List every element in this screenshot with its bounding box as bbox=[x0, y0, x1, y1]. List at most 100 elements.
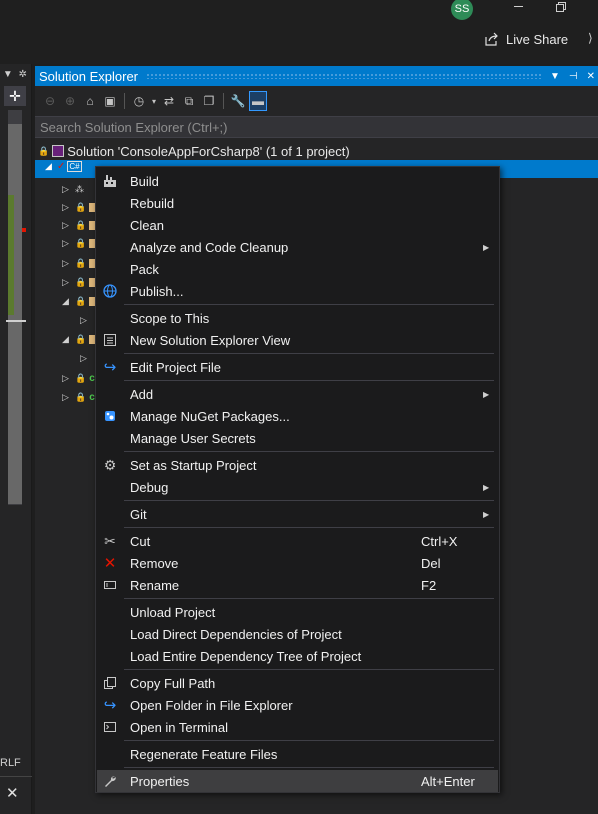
checkmark-icon: ✓ bbox=[57, 161, 66, 172]
tree-item[interactable]: ▷ 🔒 c bbox=[62, 388, 95, 406]
menu-item-shortcut: Alt+Enter bbox=[421, 773, 475, 789]
close-panel-icon[interactable]: ✕ bbox=[587, 71, 595, 82]
menu-separator bbox=[124, 598, 494, 599]
tree-item[interactable]: ▷ ⁂ bbox=[62, 180, 84, 198]
restore-icon[interactable] bbox=[556, 2, 566, 12]
pending-changes-filter-icon[interactable]: ◷ bbox=[130, 91, 148, 111]
editor-dropdown-controls[interactable]: ▼ ✲ bbox=[0, 66, 30, 82]
collapsed-arrow-icon[interactable]: ▷ bbox=[62, 392, 72, 403]
menu-item-shortcut: F2 bbox=[421, 577, 437, 593]
menu-item-build[interactable]: Build bbox=[97, 170, 498, 192]
lock-icon: 🔒 bbox=[75, 276, 87, 287]
forward-icon[interactable]: ⊕ bbox=[61, 91, 79, 111]
tree-solution-node[interactable]: 🔒 Solution 'ConsoleAppForCsharp8' (1 of … bbox=[38, 142, 350, 160]
menu-item-properties[interactable]: Properties Alt+Enter bbox=[97, 770, 498, 792]
menu-item-copy-full-path[interactable]: Copy Full Path bbox=[97, 672, 498, 694]
collapsed-arrow-icon[interactable]: ▷ bbox=[62, 184, 72, 195]
collapsed-arrow-icon[interactable]: ▷ bbox=[62, 238, 72, 249]
menu-item-unload-project[interactable]: Unload Project bbox=[97, 601, 498, 623]
menu-item-rebuild[interactable]: Rebuild bbox=[97, 192, 498, 214]
menu-item-publish[interactable]: Publish... bbox=[97, 280, 498, 302]
expanded-arrow-icon[interactable]: ◢ bbox=[45, 161, 55, 172]
dropdown-arrow-icon[interactable]: ▼ bbox=[3, 69, 13, 80]
menu-item-label: Publish... bbox=[130, 283, 184, 299]
menu-item-git[interactable]: Git ▶ bbox=[97, 503, 498, 525]
menu-item-add[interactable]: Add ▶ bbox=[97, 383, 498, 405]
menu-item-analyze[interactable]: Analyze and Code Cleanup ▶ bbox=[97, 236, 498, 258]
collapsed-arrow-icon[interactable]: ▷ bbox=[62, 258, 72, 269]
live-share-button[interactable]: Live Share bbox=[484, 29, 568, 49]
tree-item[interactable]: ▷ 🔒 bbox=[62, 234, 100, 252]
menu-item-remove[interactable]: ✕ Remove Del bbox=[97, 552, 498, 574]
line-ending-indicator[interactable]: RLF bbox=[0, 757, 21, 769]
menu-item-manage-nuget[interactable]: Manage NuGet Packages... bbox=[97, 405, 498, 427]
copy-icon bbox=[102, 675, 118, 691]
menu-item-rename[interactable]: Rename F2 bbox=[97, 574, 498, 596]
back-icon[interactable]: ⊖ bbox=[41, 91, 59, 111]
csharp-project-icon: C# bbox=[67, 161, 82, 172]
nuget-icon bbox=[102, 408, 118, 424]
collapsed-arrow-icon[interactable]: ▷ bbox=[80, 353, 90, 364]
sync-icon[interactable]: ⇄ bbox=[160, 91, 178, 111]
dropdown-arrow-icon[interactable]: ▾ bbox=[150, 91, 158, 111]
divider bbox=[0, 776, 32, 777]
lock-icon: 🔒 bbox=[75, 257, 87, 268]
tree-item[interactable]: ▷ 🔒 bbox=[62, 273, 100, 291]
menu-item-new-view[interactable]: New Solution Explorer View bbox=[97, 329, 498, 351]
tree-item[interactable]: ▷ 🔒 bbox=[62, 198, 100, 216]
solution-label: Solution 'ConsoleAppForCsharp8' (1 of 1 … bbox=[67, 143, 350, 159]
scrollbar-change-marker bbox=[8, 195, 14, 315]
overflow-chevron-icon[interactable]: ⟩ bbox=[588, 31, 593, 45]
menu-item-load-direct-deps[interactable]: Load Direct Dependencies of Project bbox=[97, 623, 498, 645]
menu-item-clean[interactable]: Clean bbox=[97, 214, 498, 236]
menu-item-load-dep-tree[interactable]: Load Entire Dependency Tree of Project bbox=[97, 645, 498, 667]
tree-item[interactable]: ▷ bbox=[80, 349, 90, 367]
switch-views-icon[interactable]: ▣ bbox=[101, 91, 119, 111]
pin-icon[interactable]: ⊣ bbox=[569, 71, 578, 82]
expanded-arrow-icon[interactable]: ◢ bbox=[62, 296, 72, 307]
collapsed-arrow-icon[interactable]: ▷ bbox=[62, 277, 72, 288]
menu-item-cut[interactable]: ✂ Cut Ctrl+X bbox=[97, 530, 498, 552]
menu-item-scope-to-this[interactable]: Scope to This bbox=[97, 307, 498, 329]
window-position-dropdown-icon[interactable]: ▼ bbox=[550, 71, 560, 82]
tree-item[interactable]: ▷ 🔒 bbox=[62, 254, 100, 272]
collapsed-arrow-icon[interactable]: ▷ bbox=[62, 202, 72, 213]
menu-item-set-startup[interactable]: ⚙ Set as Startup Project bbox=[97, 454, 498, 476]
lock-icon: 🔒 bbox=[75, 295, 87, 306]
collapsed-arrow-icon[interactable]: ▷ bbox=[62, 373, 72, 384]
user-avatar[interactable]: SS bbox=[451, 0, 473, 20]
split-view-icon[interactable]: ✛ bbox=[4, 86, 26, 106]
menu-item-open-folder[interactable]: ↪ Open Folder in File Explorer bbox=[97, 694, 498, 716]
menu-item-debug[interactable]: Debug ▶ bbox=[97, 476, 498, 498]
tree-item[interactable]: ▷ bbox=[80, 311, 90, 329]
collapsed-arrow-icon[interactable]: ▷ bbox=[62, 220, 72, 231]
properties-wrench-icon[interactable]: 🔧 bbox=[229, 91, 247, 111]
menu-item-shortcut: Ctrl+X bbox=[421, 533, 458, 549]
menu-item-label: Remove bbox=[130, 555, 179, 571]
tree-item[interactable]: ◢ 🔒 bbox=[62, 292, 100, 310]
remove-x-icon: ✕ bbox=[103, 555, 117, 572]
menu-item-label: Debug bbox=[130, 479, 169, 495]
show-all-files-icon[interactable]: ❐ bbox=[200, 91, 218, 111]
globe-icon bbox=[102, 283, 118, 299]
minimize-icon[interactable] bbox=[514, 6, 523, 7]
settings-gear-icon[interactable]: ✲ bbox=[19, 69, 27, 80]
menu-item-open-terminal[interactable]: Open in Terminal bbox=[97, 716, 498, 738]
collapsed-arrow-icon[interactable]: ▷ bbox=[80, 315, 90, 326]
collapse-all-icon[interactable]: ⧉ bbox=[180, 91, 198, 111]
home-icon[interactable]: ⌂ bbox=[81, 91, 99, 111]
tree-item[interactable]: ▷ 🔒 bbox=[62, 216, 100, 234]
tree-item[interactable]: ◢ 🔒 bbox=[62, 330, 100, 348]
menu-item-manage-user-secrets[interactable]: Manage User Secrets bbox=[97, 427, 498, 449]
menu-item-pack[interactable]: Pack bbox=[97, 258, 498, 280]
tree-item[interactable]: ▷ 🔒 c bbox=[62, 369, 95, 387]
menu-item-edit-project-file[interactable]: ↪ Edit Project File bbox=[97, 356, 498, 378]
menu-item-regenerate-feature-files[interactable]: Regenerate Feature Files bbox=[97, 743, 498, 765]
header-grip[interactable] bbox=[146, 73, 542, 79]
close-icon[interactable]: ✕ bbox=[6, 784, 19, 802]
menu-separator bbox=[124, 500, 494, 501]
solution-search-input[interactable]: Search Solution Explorer (Ctrl+;) bbox=[35, 116, 598, 138]
expanded-arrow-icon[interactable]: ◢ bbox=[62, 334, 72, 345]
menu-item-label: Git bbox=[130, 506, 147, 522]
preview-selected-icon[interactable]: ▬ bbox=[249, 91, 267, 111]
